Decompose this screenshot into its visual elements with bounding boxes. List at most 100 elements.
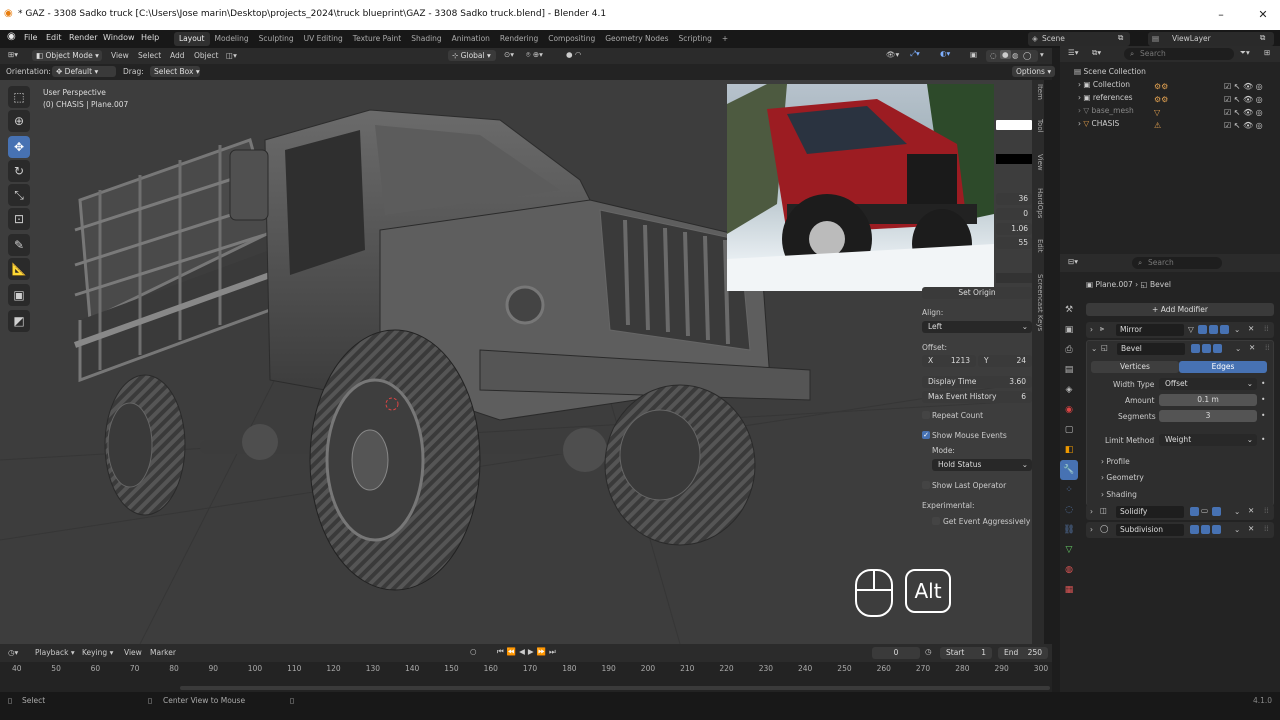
modifier-name-field[interactable]: Bevel <box>1117 343 1185 355</box>
outliner-row-scene-collection[interactable]: ▤ Scene Collection <box>1074 67 1146 80</box>
material-tab-icon[interactable]: ◍ <box>1060 560 1078 580</box>
edit-mode-icon[interactable] <box>1201 525 1210 534</box>
solid-shading-icon[interactable]: ● <box>1000 50 1011 59</box>
modifier-menu-icon[interactable]: ⌄ <box>1234 507 1240 516</box>
material-shading-icon[interactable]: ◍ <box>1012 51 1019 60</box>
expand-icon[interactable]: › <box>1090 525 1093 534</box>
outliner-row-collection[interactable]: › ▣ Collection <box>1078 80 1130 93</box>
modifier-menu-icon[interactable]: ⌄ <box>1235 344 1241 353</box>
properties-editor-icon[interactable]: ⊟▾ <box>1068 257 1078 266</box>
modifier-name-field[interactable]: Subdivision <box>1116 524 1184 536</box>
outliner-search-input[interactable]: ⌕ Search <box>1124 48 1234 60</box>
viewport-menu-object[interactable]: Object <box>194 51 218 60</box>
render-tab-icon[interactable]: ▣ <box>1060 320 1078 340</box>
limit-method-dropdown[interactable]: Weight ⌄ <box>1159 434 1257 446</box>
start-frame-field[interactable]: Start 1 <box>940 647 992 659</box>
pivot-point-icon[interactable]: ⊙▾ <box>504 50 514 59</box>
sidebar-tab[interactable]: Screencast Keys <box>1032 274 1044 331</box>
workspace-tab[interactable]: Sculpting <box>254 32 299 46</box>
render-icon[interactable] <box>1220 325 1229 334</box>
remove-modifier-icon[interactable]: ✕ <box>1249 343 1255 352</box>
modifier-menu-icon[interactable]: ⌄ <box>1234 325 1240 334</box>
menu-render[interactable]: Render <box>69 33 97 42</box>
scene-tab-icon[interactable]: ◈ <box>1060 380 1078 400</box>
texture-tab-icon[interactable]: ▦ <box>1060 580 1078 600</box>
maximize-button[interactable] <box>1219 6 1249 24</box>
prev-keyframe-icon[interactable]: ⏪ <box>507 647 519 656</box>
geometry-subpanel[interactable]: › Geometry <box>1101 473 1144 482</box>
segments-field[interactable]: 3 <box>1159 410 1257 422</box>
orientation-dropdown[interactable]: ✥ Default ▾ <box>52 66 116 77</box>
set-origin-button[interactable]: Set Origin <box>922 287 1032 299</box>
on-cage-icon[interactable] <box>1191 344 1200 353</box>
3d-viewport[interactable]: User Perspective (0) CHASIS | Plane.007 … <box>0 80 1044 644</box>
filter-icon[interactable]: ⏷▾ <box>1240 48 1250 58</box>
workspace-tab[interactable]: Scripting <box>674 32 717 46</box>
annotate-tool[interactable]: ✎ <box>8 234 30 256</box>
viewlayer-browse-icon[interactable]: ⧉ <box>1260 33 1265 43</box>
output-tab-icon[interactable]: ⎙ <box>1060 340 1078 360</box>
keying-menu[interactable]: Keying ▾ <box>82 648 113 657</box>
text-color-swatch[interactable] <box>996 120 1032 130</box>
show-last-operator-checkbox[interactable] <box>922 481 930 489</box>
workspace-tab[interactable]: Compositing <box>543 32 600 46</box>
remove-modifier-icon[interactable]: ✕ <box>1248 524 1254 533</box>
edit-mode-icon[interactable] <box>1202 344 1211 353</box>
background-color-swatch[interactable] <box>996 154 1032 164</box>
viewport-menu-select[interactable]: Select <box>138 51 161 60</box>
editor-type-icon[interactable]: ⊞▾ <box>8 50 18 59</box>
drag-handle-icon[interactable]: ⁞⁞ <box>1264 524 1269 533</box>
modifier-tab-icon[interactable]: 🔧 <box>1060 460 1078 480</box>
offset-x-field[interactable]: X 1213 <box>922 355 976 367</box>
realtime-icon[interactable] <box>1212 525 1221 534</box>
scale-tool[interactable]: ⤡ <box>8 184 30 206</box>
proportional-edit-icon[interactable]: ● ◠ <box>566 50 581 59</box>
edit-mode-icon[interactable] <box>1198 325 1207 334</box>
menu-window[interactable]: Window <box>103 33 135 42</box>
amount-field[interactable]: 0.1 m <box>1159 394 1257 406</box>
current-frame-field[interactable]: 0 <box>872 647 920 659</box>
add-workspace-button[interactable]: + <box>717 32 733 46</box>
viewlayer-selector[interactable]: ▤ ViewLayer ⧉ <box>1148 32 1274 46</box>
get-event-aggressively-checkbox[interactable] <box>932 517 940 525</box>
drag-handle-icon[interactable]: ⁞⁞ <box>1265 343 1270 352</box>
sidebar-tab[interactable]: Item <box>1032 84 1044 100</box>
realtime-icon[interactable] <box>1212 507 1221 516</box>
gizmo-icon[interactable]: ⤢▾ <box>910 49 920 59</box>
repeat-count-checkbox[interactable] <box>922 411 930 419</box>
preview-range-icon[interactable]: ◷ <box>925 647 932 656</box>
collection-tab-icon[interactable]: ▢ <box>1060 420 1078 440</box>
remove-modifier-icon[interactable]: ✕ <box>1248 506 1254 515</box>
offset-y-field[interactable]: Y 24 <box>978 355 1032 367</box>
workspace-tab[interactable]: UV Editing <box>299 32 348 46</box>
move-tool[interactable]: ✥ <box>8 136 30 158</box>
keyframe-dot-icon[interactable]: • <box>1261 411 1265 420</box>
outliner-visibility-toggles[interactable]: ☑ ↖ 👁 ◎ ☑ ↖ 👁 ◎ ☑ ↖ 👁 ◎ ☑ ↖ 👁 ◎ <box>1224 80 1280 132</box>
shading-subpanel[interactable]: › Shading <box>1101 490 1137 499</box>
workspace-tab[interactable]: Layout <box>174 32 210 46</box>
workspace-tab[interactable]: Animation <box>447 32 495 46</box>
width-type-dropdown[interactable]: Offset ⌄ <box>1159 378 1257 390</box>
jump-end-icon[interactable]: ⏭ <box>549 647 559 656</box>
blender-menu-icon[interactable]: ◉ <box>7 31 16 42</box>
options-dropdown[interactable]: Options ▾ <box>1012 66 1056 77</box>
menu-help[interactable]: Help <box>141 33 159 42</box>
new-collection-icon[interactable]: ⊞ <box>1264 48 1270 57</box>
viewport-menu-view[interactable]: View <box>111 51 129 60</box>
shading-options-icon[interactable]: ▾ <box>1040 50 1044 59</box>
shading-mode-buttons[interactable]: ◌ ● ◍ ◯ <box>986 50 1038 62</box>
shadow-field[interactable]: 55 <box>996 237 1032 249</box>
modifier-subdivision[interactable]: › ◯ Subdivision ⌄ ✕ ⁞⁞ <box>1086 522 1274 538</box>
edit-mode-icon[interactable]: ▭ <box>1201 506 1208 515</box>
outliner-row-references[interactable]: › ▣ references <box>1078 93 1133 106</box>
drag-dropdown[interactable]: Select Box ▾ <box>150 66 200 77</box>
gizmo-toggle-icon[interactable]: ◫▾ <box>226 51 237 60</box>
add-modifier-button[interactable]: + Add Modifier <box>1086 303 1274 316</box>
jump-start-icon[interactable]: ⏮ <box>497 647 507 656</box>
auto-keying-icon[interactable]: ○ <box>470 647 477 656</box>
timeline-editor-icon[interactable]: ◷▾ <box>8 648 18 657</box>
physics-tab-icon[interactable]: ◌ <box>1060 500 1078 520</box>
on-cage-icon[interactable] <box>1190 507 1199 516</box>
xray-icon[interactable]: ▣ <box>970 50 977 59</box>
timeline-scrollbar[interactable] <box>180 686 1050 690</box>
